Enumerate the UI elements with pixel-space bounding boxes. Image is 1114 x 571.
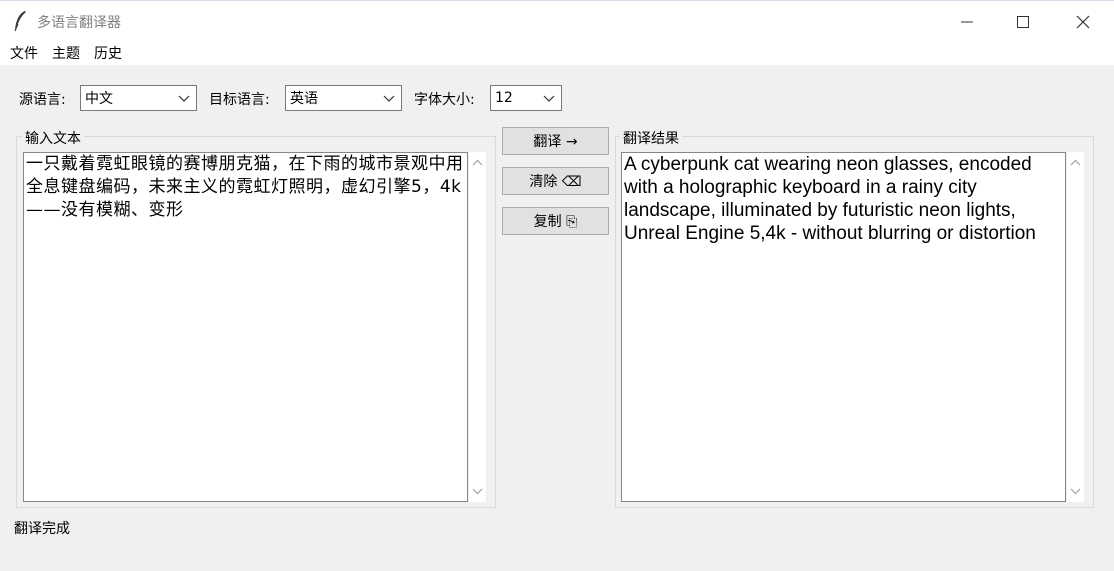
font-size-value: 12 [495, 90, 513, 106]
status-text: 翻译完成 [14, 521, 70, 537]
chevron-up-icon [1070, 159, 1081, 166]
clear-button[interactable]: 清除 ⌫ [502, 167, 609, 195]
close-button[interactable] [1060, 1, 1106, 42]
chevron-down-icon [178, 95, 190, 102]
output-scrollbar[interactable] [1067, 152, 1084, 502]
title-bar: 多语言翻译器 [0, 0, 1114, 41]
maximize-button[interactable] [1000, 1, 1046, 42]
chevron-down-icon [543, 95, 555, 102]
close-icon [1076, 15, 1090, 28]
feather-icon [14, 11, 26, 32]
minimize-button[interactable] [944, 1, 990, 42]
menu-theme[interactable]: 主题 [52, 43, 80, 63]
source-language-select[interactable]: 中文 [80, 85, 197, 111]
target-language-select[interactable]: 英语 [285, 85, 402, 111]
chevron-up-icon [472, 159, 483, 166]
chevron-down-icon [472, 488, 483, 495]
copy-button[interactable]: 复制 ⎘ [502, 207, 609, 235]
menu-bar: 文件 主题 历史 [0, 41, 1114, 65]
output-group-label: 翻译结果 [620, 128, 682, 148]
minimize-icon [961, 21, 973, 22]
chevron-down-icon [1070, 488, 1081, 495]
chevron-down-icon [383, 95, 395, 102]
menu-history[interactable]: 历史 [94, 43, 122, 63]
input-scrollbar[interactable] [469, 152, 486, 502]
menu-file[interactable]: 文件 [10, 43, 38, 63]
input-textarea[interactable]: 一只戴着霓虹眼镜的赛博朋克猫，在下雨的城市景观中用全息键盘编码，未来主义的霓虹灯… [23, 152, 468, 502]
output-textarea[interactable]: A cyberpunk cat wearing neon glasses, en… [621, 152, 1066, 502]
window-title: 多语言翻译器 [37, 15, 121, 31]
target-language-label: 目标语言: [209, 92, 270, 108]
font-size-label: 字体大小: [414, 92, 475, 108]
source-language-label: 源语言: [19, 92, 66, 108]
input-group-label: 输入文本 [22, 128, 84, 148]
font-size-select[interactable]: 12 [490, 85, 562, 111]
maximize-icon [1017, 15, 1029, 28]
translate-button[interactable]: 翻译 → [502, 127, 609, 155]
source-language-value: 中文 [85, 91, 113, 107]
target-language-value: 英语 [290, 91, 318, 107]
